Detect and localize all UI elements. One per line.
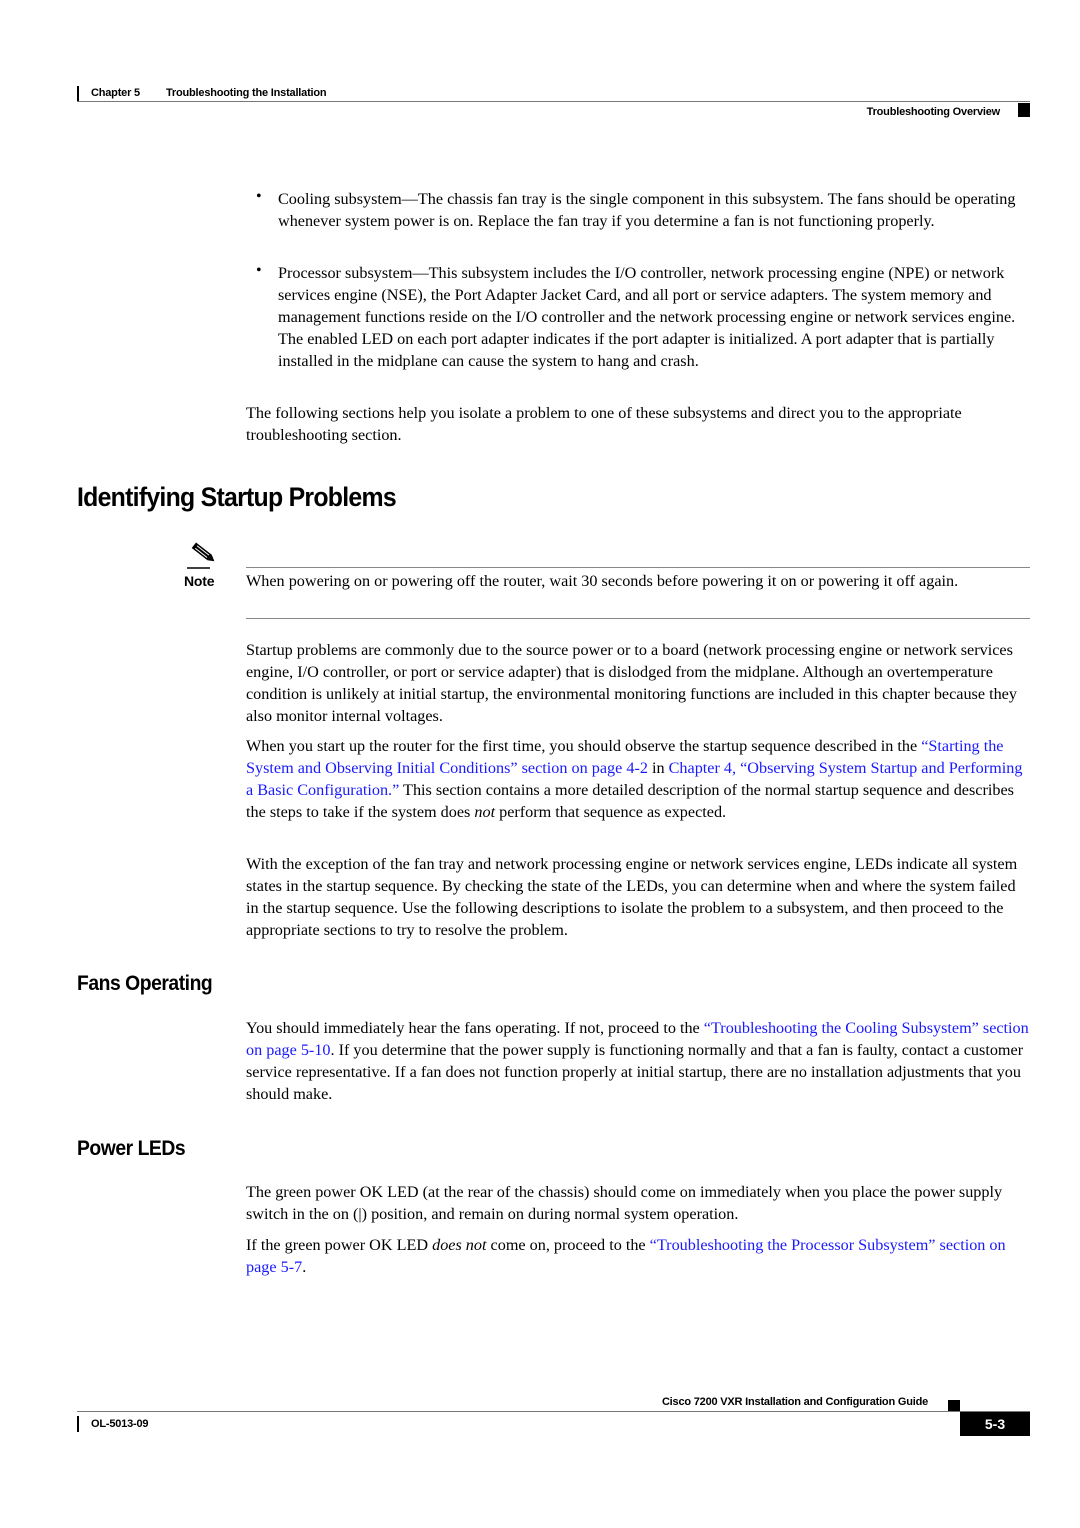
text: . If you determine that the power supply…: [246, 1041, 1024, 1103]
fans-operating-paragraph: You should immediately hear the fans ope…: [246, 1017, 1031, 1105]
intro-paragraph: The following sections help you isolate …: [246, 404, 962, 444]
note-label: Note: [184, 573, 215, 589]
startup-problems-paragraph: Startup problems are commonly due to the…: [246, 641, 1017, 725]
section-title-power-leds: Power LEDs: [77, 1137, 186, 1160]
text: in: [647, 759, 669, 777]
note-top-rule: [246, 567, 1030, 568]
text: You should immediately hear the fans ope…: [246, 1019, 704, 1037]
header-chapter-title: Troubleshooting the Installation: [166, 87, 327, 99]
bullet-item-processor: Processor subsystem—This subsystem inclu…: [278, 264, 1016, 370]
bullet-dot-icon: •: [256, 262, 262, 279]
footer-guide-title: Cisco 7200 VXR Installation and Configur…: [661, 1396, 928, 1408]
bullet-item-cooling: Cooling subsystem—The chassis fan tray i…: [278, 190, 1016, 230]
startup-sequence-paragraph: When you start up the router for the fir…: [246, 735, 1031, 823]
header-chapter-label: Chapter 5: [91, 87, 140, 99]
footer-rule: [77, 1411, 1030, 1412]
power-led-failure-paragraph: If the green power OK LED does not come …: [246, 1234, 1031, 1278]
bullet-dot-icon: •: [256, 188, 262, 205]
footer-left-bar: [77, 1416, 79, 1432]
leds-paragraph: With the exception of the fan tray and n…: [246, 855, 1018, 939]
text: come on, proceed to the: [486, 1236, 650, 1254]
header-marker-block: [1018, 103, 1030, 117]
text: .: [302, 1258, 307, 1276]
text: When you start up the router for the fir…: [246, 737, 922, 755]
header-rule: [77, 101, 1030, 102]
note-text: When powering on or powering off the rou…: [246, 572, 959, 590]
text: If the green power OK LED: [246, 1236, 433, 1254]
text: perform that sequence as expected.: [495, 803, 727, 821]
note-bottom-rule: [246, 618, 1030, 619]
power-led-paragraph: The green power OK LED (at the rear of t…: [246, 1183, 1003, 1223]
footer-page-number: 5-3: [960, 1412, 1030, 1436]
header-left-bar: [77, 86, 79, 102]
footer-doc-number: OL-5013-09: [91, 1418, 149, 1430]
section-title-identifying-startup-problems: Identifying Startup Problems: [77, 482, 397, 512]
header-section-title: Troubleshooting Overview: [866, 106, 1001, 118]
section-title-fans-operating: Fans Operating: [77, 972, 213, 995]
emphasis-not: not: [474, 803, 496, 821]
pencil-note-icon: [187, 542, 215, 569]
emphasis-does-not: does not: [432, 1236, 487, 1254]
